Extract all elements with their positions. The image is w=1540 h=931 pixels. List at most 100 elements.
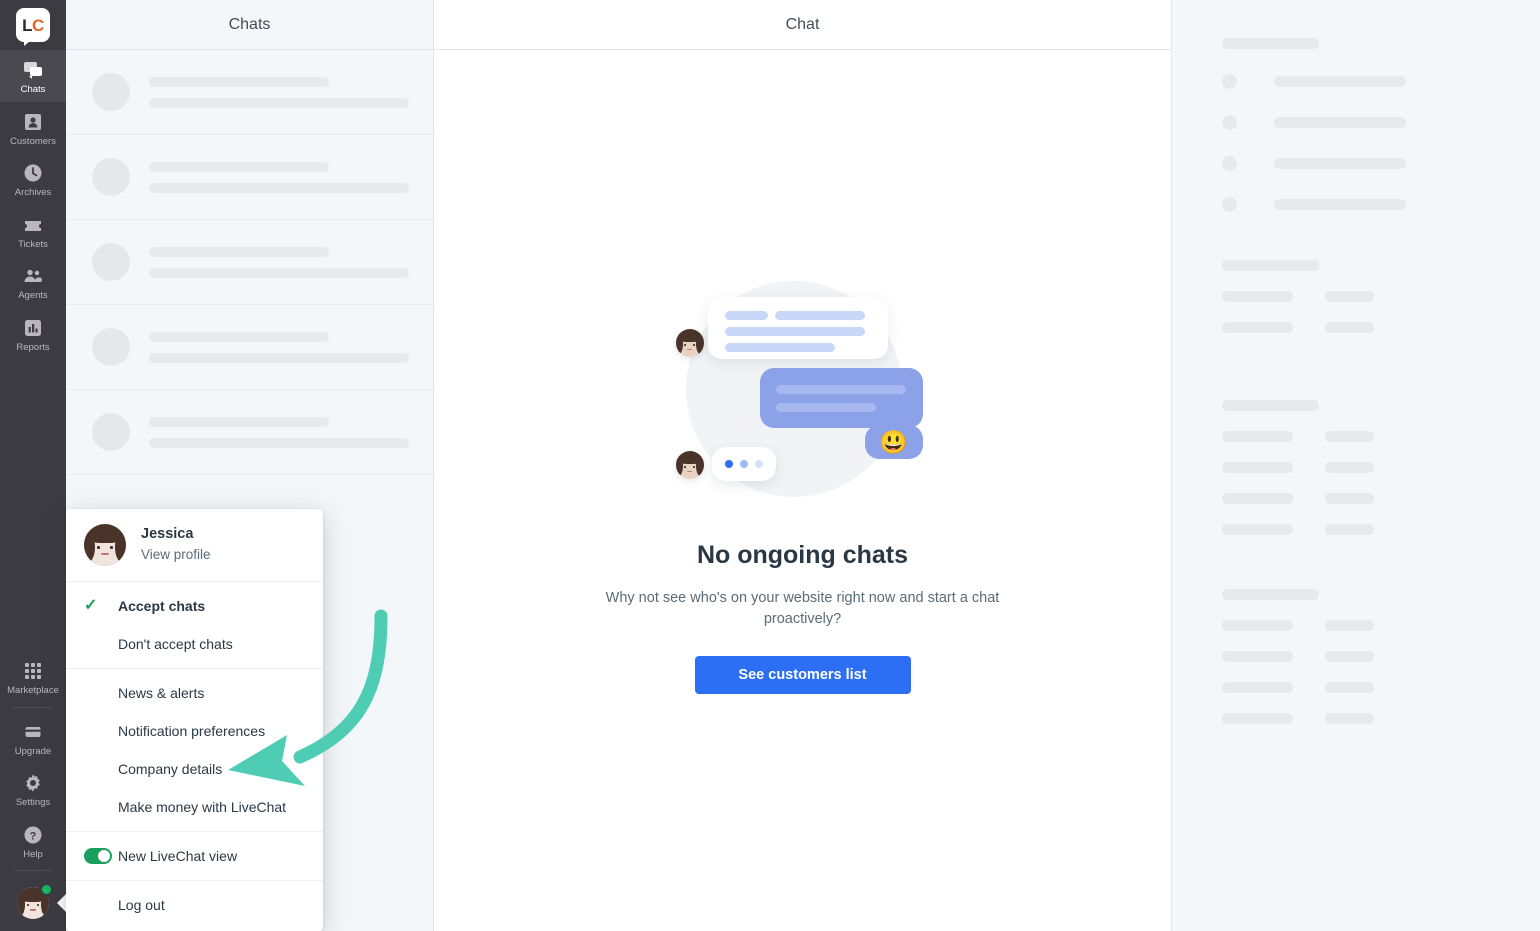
skeleton-row bbox=[1222, 462, 1540, 473]
main-navigation-rail: LC Chats Customers Archives Tickets Agen… bbox=[0, 0, 67, 931]
menu-item-label: Don't accept chats bbox=[118, 636, 233, 652]
illustration-avatar-bottom bbox=[675, 451, 704, 479]
view-profile-link[interactable]: View profile bbox=[141, 546, 211, 565]
skeleton-lines bbox=[149, 416, 409, 448]
menu-item-label: Company details bbox=[118, 761, 223, 777]
skeleton-row bbox=[1222, 74, 1540, 89]
sidebar-item-help[interactable]: ? Help bbox=[0, 815, 66, 867]
menu-group-view-toggle: New LiveChat view bbox=[66, 832, 323, 881]
skeleton-row bbox=[1222, 197, 1540, 212]
menu-item-label: Log out bbox=[118, 897, 165, 913]
menu-item-log-out[interactable]: Log out bbox=[66, 886, 323, 924]
sidebar-item-archives[interactable]: Archives bbox=[0, 153, 66, 205]
status-badge bbox=[40, 883, 53, 896]
sidebar-item-tickets[interactable]: Tickets bbox=[0, 205, 66, 257]
details-section bbox=[1222, 260, 1540, 333]
illustration-bubble-outgoing bbox=[759, 368, 923, 428]
menu-item-dont-accept-chats[interactable]: Don't accept chats bbox=[66, 625, 323, 663]
page-title: No ongoing chats bbox=[696, 541, 909, 569]
skeleton-avatar bbox=[92, 243, 130, 281]
skeleton-row bbox=[1222, 322, 1540, 333]
skeleton-avatar bbox=[92, 73, 130, 111]
list-item[interactable] bbox=[66, 220, 433, 305]
skeleton-row bbox=[1222, 620, 1540, 631]
sidebar-item-customers[interactable]: Customers bbox=[0, 102, 66, 154]
card-icon bbox=[22, 721, 44, 743]
see-customers-list-button[interactable]: See customers list bbox=[694, 656, 911, 695]
reports-icon bbox=[22, 317, 44, 339]
menu-group-links: News & alerts Notification preferences C… bbox=[66, 669, 323, 832]
logo-letter-l: L bbox=[22, 15, 33, 35]
skeleton-row bbox=[1222, 431, 1540, 442]
skeleton-row bbox=[1222, 115, 1540, 130]
tickets-icon bbox=[22, 214, 44, 236]
archives-icon bbox=[22, 162, 44, 184]
customers-icon bbox=[22, 111, 44, 133]
typing-dot bbox=[724, 460, 733, 468]
menu-item-notification-preferences[interactable]: Notification preferences bbox=[66, 712, 323, 750]
skeleton-section-header bbox=[1222, 260, 1319, 271]
help-icon: ? bbox=[22, 824, 44, 846]
illustration-bubble-emoji: 😃 bbox=[864, 425, 923, 459]
skeleton-row bbox=[1222, 713, 1540, 724]
sidebar-item-label: Agents bbox=[18, 290, 48, 301]
menu-item-news-alerts[interactable]: News & alerts bbox=[66, 674, 323, 712]
menu-item-make-money-with-livechat[interactable]: Make money with LiveChat bbox=[66, 788, 323, 826]
details-section bbox=[1222, 38, 1540, 212]
chat-panel-title: Chat bbox=[434, 0, 1171, 50]
list-item[interactable] bbox=[66, 135, 433, 220]
illustration-typing-indicator bbox=[711, 447, 776, 481]
empty-state-description: Why not see who's on your website right … bbox=[605, 590, 1000, 628]
skeleton-row bbox=[1222, 651, 1540, 662]
app-logo[interactable]: LC bbox=[0, 0, 66, 50]
menu-group-availability: ✓ Accept chats Don't accept chats bbox=[66, 582, 323, 669]
skeleton-row bbox=[1222, 682, 1540, 693]
skeleton-avatar bbox=[92, 328, 130, 366]
sidebar-item-marketplace[interactable]: Marketplace bbox=[0, 651, 66, 703]
sidebar-item-label: Reports bbox=[16, 341, 50, 353]
profile-header[interactable]: Jessica View profile bbox=[66, 509, 323, 582]
menu-item-label: Accept chats bbox=[118, 598, 206, 614]
skeleton-section-header bbox=[1222, 38, 1319, 49]
list-item[interactable] bbox=[66, 50, 433, 135]
livechat-app: LC Chats Customers Archives Tickets Agen… bbox=[0, 0, 1540, 931]
skeleton-section-header bbox=[1222, 400, 1319, 411]
menu-item-label: New LiveChat view bbox=[118, 848, 238, 864]
rail-divider bbox=[14, 706, 52, 708]
new-view-toggle[interactable] bbox=[84, 848, 112, 864]
skeleton-row bbox=[1222, 156, 1540, 171]
profile-avatar-button[interactable] bbox=[0, 875, 67, 931]
sidebar-item-reports[interactable]: Reports bbox=[0, 308, 66, 360]
logo-letter-c: C bbox=[32, 15, 44, 35]
sidebar-item-label: Tickets bbox=[18, 238, 48, 250]
sidebar-item-upgrade[interactable]: Upgrade bbox=[0, 712, 66, 764]
list-item[interactable] bbox=[66, 390, 433, 475]
sidebar-item-label: Help bbox=[23, 848, 43, 860]
smiley-icon: 😃 bbox=[879, 428, 908, 455]
sidebar-item-settings[interactable]: Settings bbox=[0, 763, 66, 815]
profile-dropdown-menu: Jessica View profile ✓ Accept chats Don'… bbox=[66, 509, 323, 931]
details-panel bbox=[1172, 0, 1540, 931]
livechat-logo-icon: LC bbox=[16, 8, 50, 46]
typing-dot bbox=[754, 460, 763, 468]
sidebar-item-label: Marketplace bbox=[7, 685, 59, 696]
details-section bbox=[1222, 589, 1540, 724]
menu-item-accept-chats[interactable]: ✓ Accept chats bbox=[66, 587, 323, 625]
sidebar-item-agents[interactable]: Agents bbox=[0, 256, 66, 308]
sidebar-item-chats[interactable]: Chats bbox=[0, 50, 66, 102]
skeleton-lines bbox=[149, 161, 409, 193]
skeleton-section-header bbox=[1222, 589, 1319, 600]
skeleton-avatar bbox=[92, 158, 130, 196]
profile-name-block: Jessica View profile bbox=[141, 525, 211, 564]
skeleton-row bbox=[1222, 291, 1540, 302]
skeleton-lines bbox=[149, 246, 409, 278]
sidebar-item-label: Archives bbox=[14, 187, 52, 198]
profile-name: Jessica bbox=[141, 526, 194, 543]
list-item[interactable] bbox=[66, 305, 433, 390]
toggle-slot bbox=[84, 848, 118, 864]
skeleton-avatar bbox=[92, 413, 130, 451]
menu-item-new-livechat-view[interactable]: New LiveChat view bbox=[66, 837, 323, 875]
menu-item-company-details[interactable]: Company details bbox=[66, 750, 323, 788]
illustration-avatar-top bbox=[675, 329, 704, 357]
typing-dot bbox=[739, 460, 748, 468]
